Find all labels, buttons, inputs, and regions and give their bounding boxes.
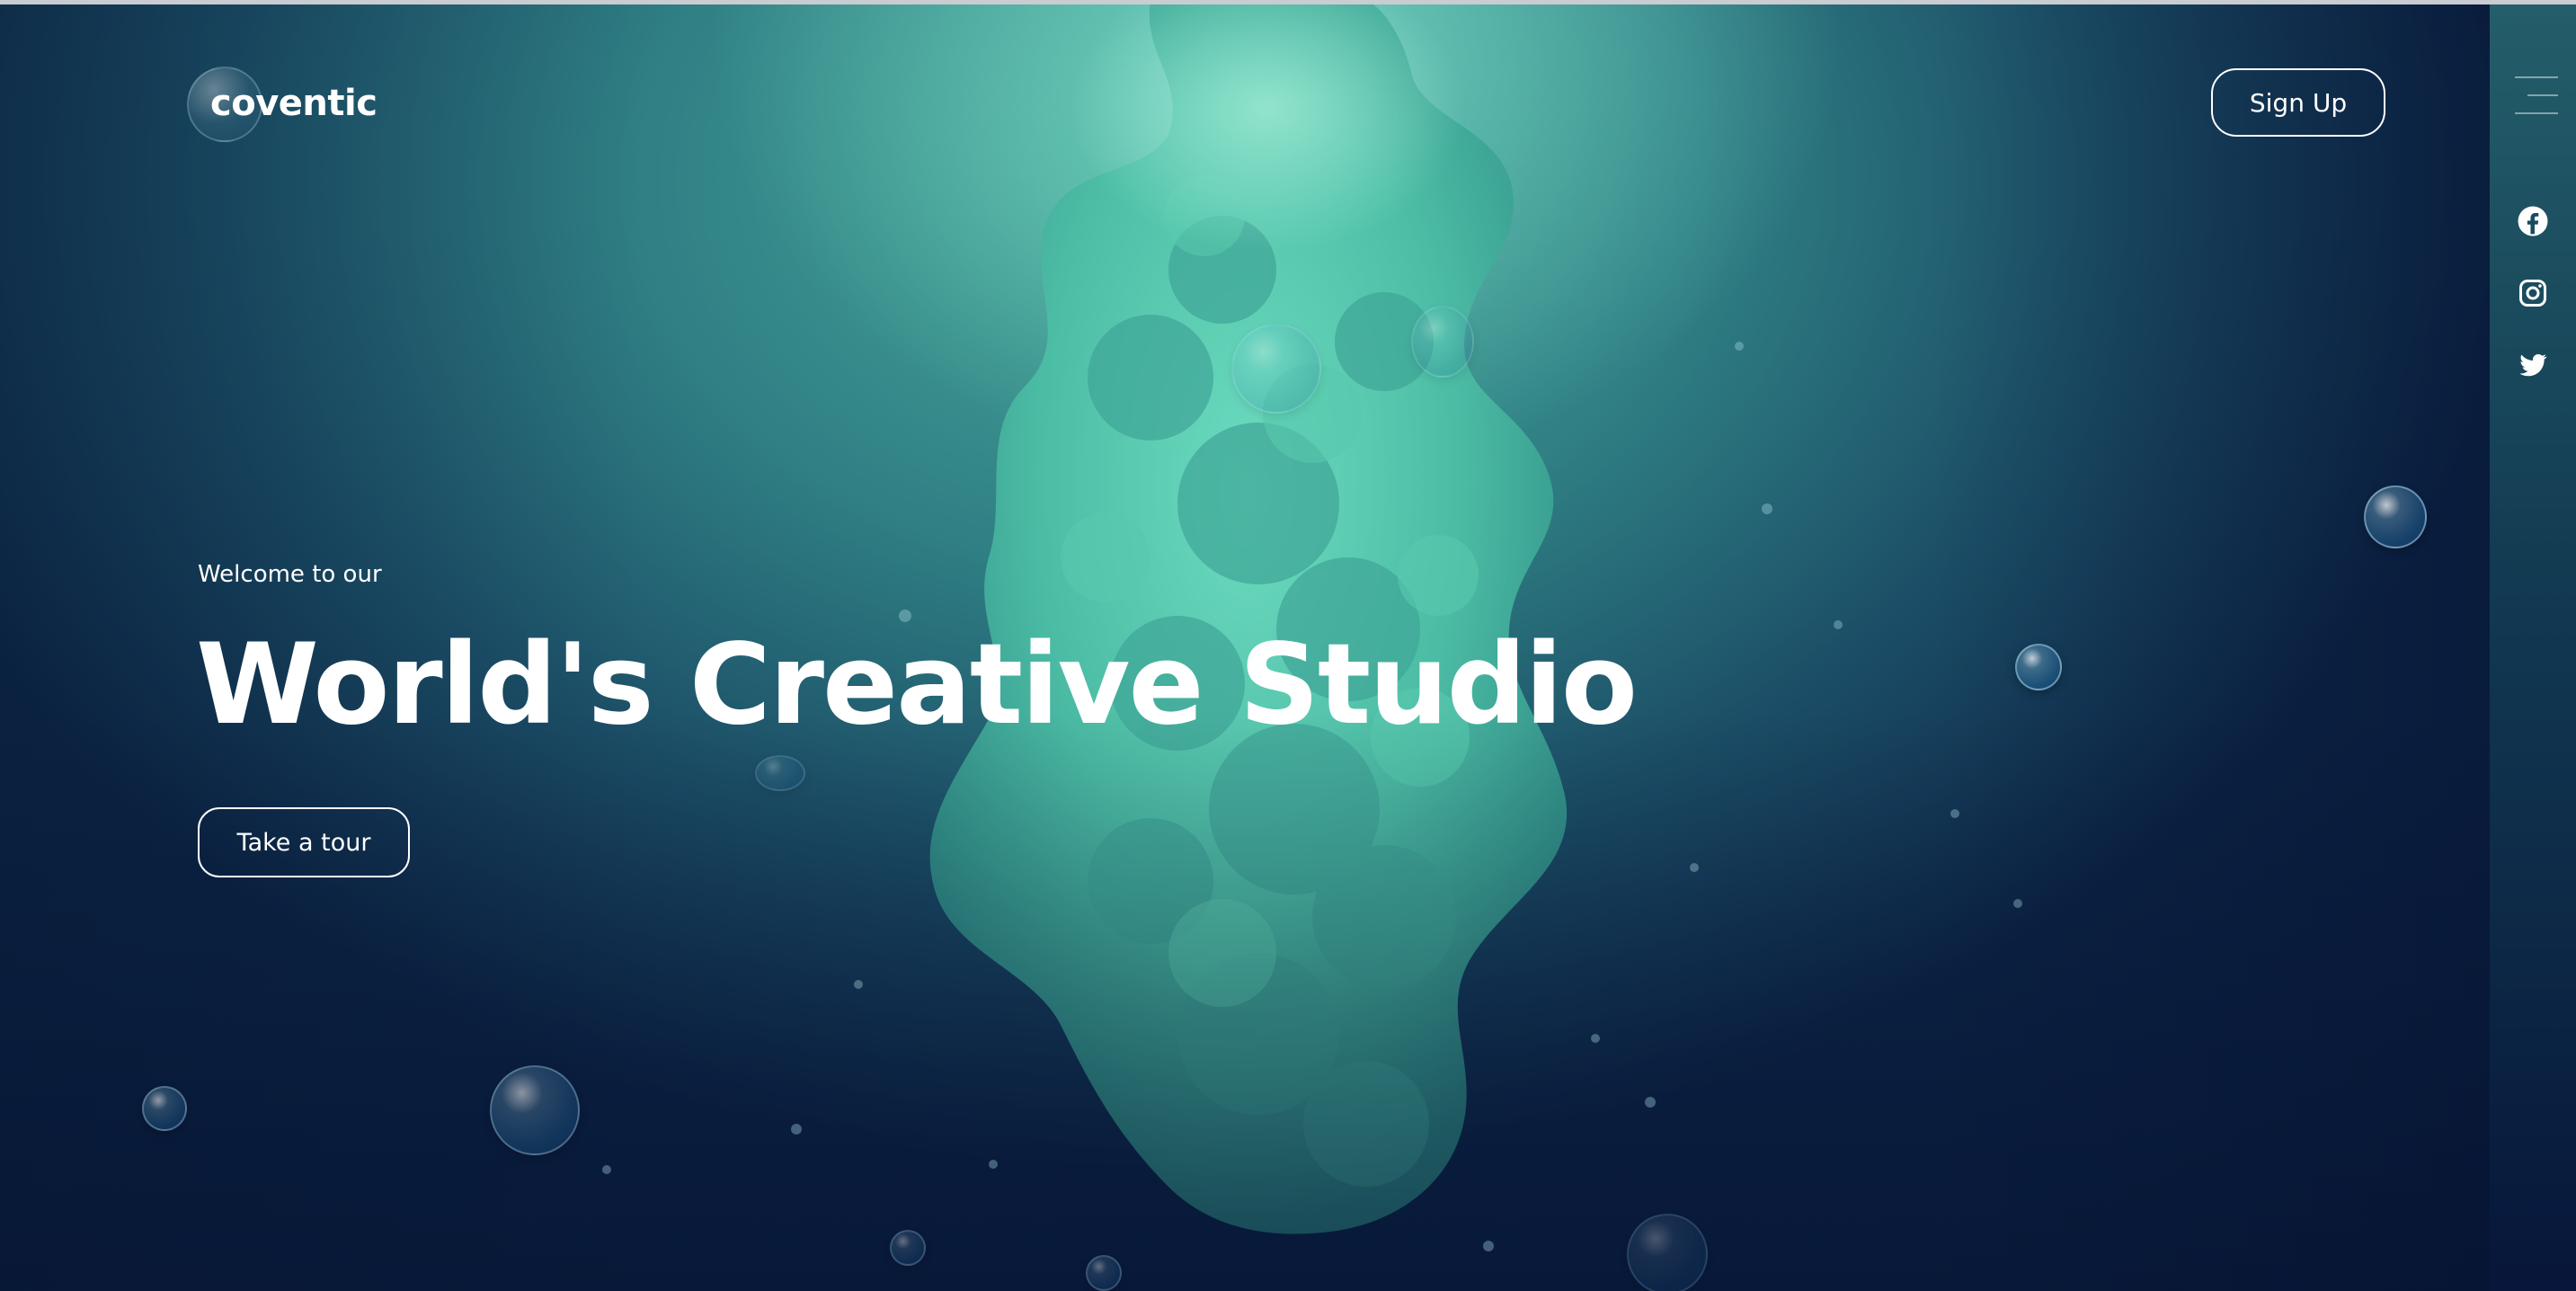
particle	[1483, 1241, 1494, 1251]
particle	[2013, 899, 2022, 908]
particle	[854, 980, 863, 989]
hero-title: World's Creative Studio	[196, 620, 1638, 750]
bubble	[890, 1230, 926, 1266]
right-sidebar	[2490, 4, 2576, 1291]
logo[interactable]: coventic	[187, 67, 378, 142]
particle	[1591, 1034, 1600, 1043]
particle	[989, 1160, 998, 1169]
sign-up-button[interactable]: Sign Up	[2211, 68, 2385, 137]
bubble	[1231, 324, 1321, 414]
bubble	[2364, 485, 2427, 548]
particle	[1762, 503, 1772, 514]
top-border	[0, 0, 2576, 4]
bubble	[755, 755, 805, 791]
twitter-icon[interactable]	[2517, 349, 2549, 381]
take-a-tour-button[interactable]: Take a tour	[198, 807, 410, 877]
particle	[1834, 620, 1843, 629]
bubble	[1086, 1255, 1122, 1291]
bubble	[1411, 306, 1474, 378]
bubble	[2015, 644, 2062, 690]
instagram-icon[interactable]	[2517, 277, 2549, 309]
particle	[791, 1124, 802, 1135]
logo-text: coventic	[210, 83, 378, 124]
hero-kicker: Welcome to our	[198, 561, 382, 588]
particle	[1735, 342, 1744, 351]
particle	[1645, 1097, 1656, 1108]
bubble	[1627, 1214, 1708, 1291]
bubble	[142, 1086, 187, 1131]
hamburger-menu-icon[interactable]	[2511, 73, 2562, 120]
hero-section: coventic Sign Up Welcome to our World's …	[0, 0, 2576, 1291]
facebook-icon[interactable]	[2517, 205, 2549, 237]
bubble	[490, 1065, 580, 1155]
particle	[602, 1165, 611, 1174]
particle	[1690, 863, 1699, 872]
particle	[1950, 809, 1959, 818]
